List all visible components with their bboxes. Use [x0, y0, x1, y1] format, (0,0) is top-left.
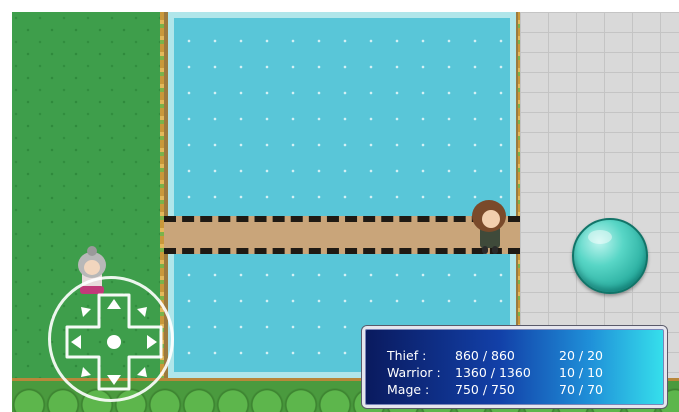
- member-name: Mage :: [387, 382, 430, 397]
- circle-button-icon: [588, 230, 612, 244]
- member-mp: 10 / 10: [559, 365, 603, 380]
- member-name: Thief :: [387, 348, 427, 363]
- wooden-bridge[interactable]: [164, 216, 520, 254]
- river: [164, 12, 520, 378]
- member-hp: 1360 / 1360: [455, 365, 531, 380]
- party-status-window: Thief : 860 / 860 20 / 20 Warrior : 1360…: [362, 326, 667, 408]
- member-name: Warrior :: [387, 365, 441, 380]
- game-screen[interactable]: Thief : 860 / 860 20 / 20 Warrior : 1360…: [0, 0, 679, 412]
- dpad-icon: [65, 293, 163, 391]
- npc-face: [84, 260, 100, 275]
- action-button[interactable]: [572, 218, 648, 294]
- member-hp: 750 / 750: [455, 382, 515, 397]
- virtual-joystick[interactable]: [48, 276, 174, 402]
- player-character[interactable]: [470, 198, 510, 256]
- member-mp: 20 / 20: [559, 348, 603, 363]
- player-leg-left: [482, 246, 488, 254]
- member-hp: 860 / 860: [455, 348, 515, 363]
- npc-hair-bun: [87, 246, 97, 256]
- player-leg-right: [492, 246, 498, 254]
- member-mp: 70 / 70: [559, 382, 603, 397]
- player-face: [482, 210, 500, 228]
